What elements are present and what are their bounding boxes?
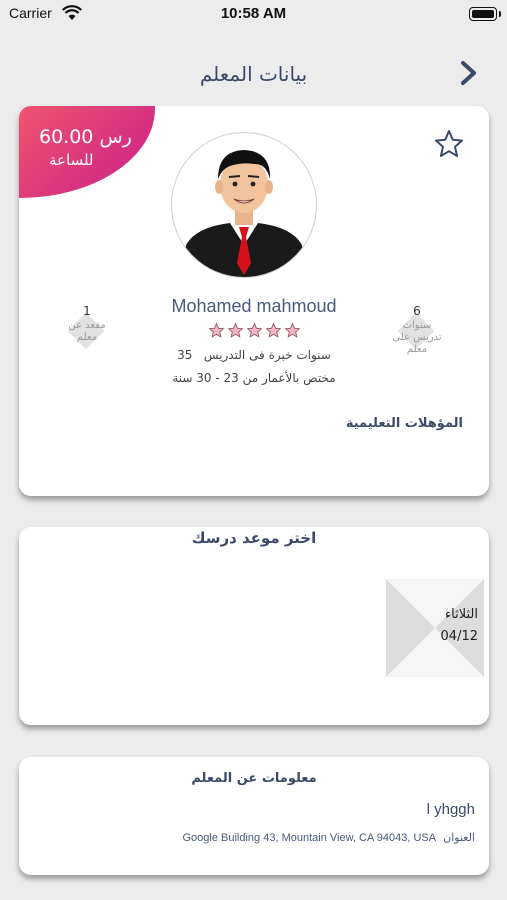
- favorite-button[interactable]: [433, 128, 465, 160]
- qualifications-link[interactable]: المؤهلات التعليمية: [346, 416, 463, 431]
- experience-line: 35 سنوات خبرة فى التدريس: [19, 348, 489, 362]
- experience-years: 35: [177, 348, 193, 362]
- rating-star-icon: [208, 322, 225, 343]
- back-button[interactable]: [457, 58, 481, 88]
- clock: 10:58 AM: [220, 5, 287, 22]
- price-badge: 60.00 رس للساعة: [19, 106, 155, 198]
- rating-star-icon: [246, 322, 263, 343]
- rating-star-icon: [265, 322, 282, 343]
- teacher-profile-card: 60.00 رس للساعة 1 مقعد عن معلم 6 سنوات ت…: [19, 106, 489, 496]
- date-value: 04/12: [440, 629, 478, 644]
- teacher-info-card: معلومات عن المعلم l yhggh العنوان Google…: [19, 757, 489, 875]
- schedule-title: اختر موعد درسك: [191, 529, 317, 547]
- date-option[interactable]: الثلاثاء 04/12: [386, 579, 484, 677]
- rating-star-icon: [227, 322, 244, 343]
- price-amount: 60.00 رس: [39, 126, 132, 148]
- date-tile-decoration: [386, 579, 484, 677]
- chevron-right-icon: [461, 61, 476, 85]
- experience-text: سنوات خبرة فى التدريس: [203, 348, 331, 362]
- info-title: معلومات عن المعلم: [191, 771, 317, 786]
- teacher-avatar: [171, 132, 317, 278]
- businessman-avatar-icon: [182, 150, 306, 277]
- date-day-label: الثلاثاء: [445, 607, 478, 622]
- price-unit: للساعة: [49, 151, 94, 169]
- rating-stars: [19, 322, 489, 343]
- battery-icon: [469, 7, 501, 21]
- age-range: مختص بالأعمار من 23 - 30 سنة: [172, 371, 336, 385]
- teacher-bio: l yhggh: [426, 801, 475, 818]
- address-value: Google Building 43, Mountain View, CA 94…: [182, 832, 437, 844]
- page-title: بيانات المعلم: [199, 62, 308, 86]
- star-outline-icon: [435, 130, 463, 157]
- schedule-card: اختر موعد درسك الثلاثاء 04/12: [19, 527, 489, 725]
- address-label: العنوان: [443, 832, 475, 844]
- status-bar: Carrier 10:58 AM: [0, 0, 507, 30]
- address-line: العنوان Google Building 43, Mountain Vie…: [183, 831, 476, 844]
- nav-bar: بيانات المعلم: [0, 48, 507, 98]
- teacher-name: Mohamed mahmoud: [171, 296, 337, 316]
- rating-star-icon: [284, 322, 301, 343]
